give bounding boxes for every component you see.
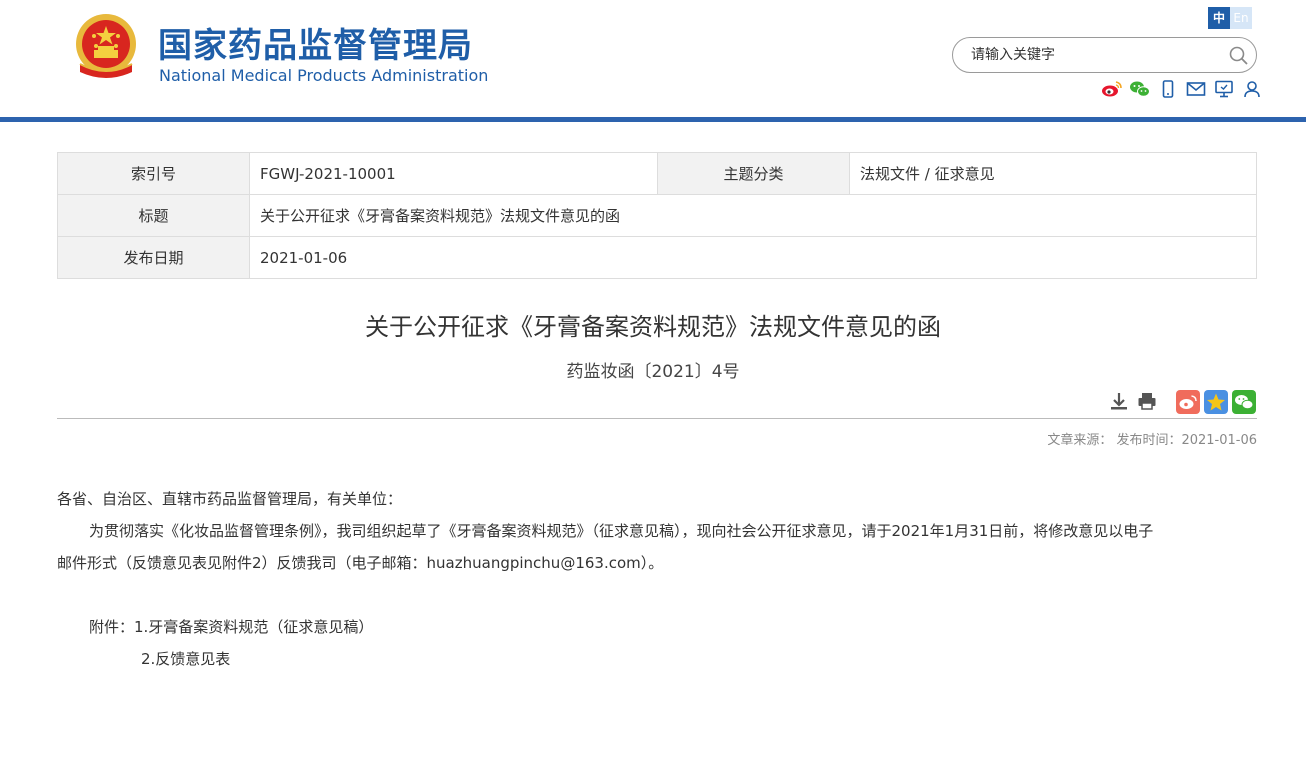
wechat-icon[interactable] — [1129, 79, 1151, 99]
share-weibo-icon[interactable] — [1176, 390, 1200, 414]
lang-zh-button[interactable]: 中 — [1208, 7, 1230, 29]
share-qzone-icon[interactable] — [1204, 390, 1228, 414]
user-icon[interactable] — [1241, 79, 1263, 99]
social-icons — [1101, 79, 1263, 99]
site-title-en: National Medical Products Administration — [159, 66, 489, 85]
article-tools — [1108, 390, 1158, 412]
category-label: 主题分类 — [657, 152, 850, 195]
header-divider-bar — [0, 117, 1306, 122]
site-title-cn: 国家药品监督管理局 — [158, 26, 473, 66]
publish-date-value: 2021-01-06 — [249, 236, 1257, 279]
document-number: 药监妆函〔2021〕4号 — [566, 362, 740, 382]
publish-date-label: 发布日期 — [57, 236, 250, 279]
category-value: 法规文件 / 征求意见 — [849, 152, 1257, 195]
language-switch: 中 En — [1208, 7, 1252, 29]
mobile-icon[interactable] — [1157, 79, 1179, 99]
weibo-icon[interactable] — [1101, 79, 1123, 99]
body-paragraph-line2: 邮件形式（反馈意见表见附件2）反馈我司（电子邮箱：huazhuangpinchu… — [57, 554, 664, 572]
title-divider — [57, 418, 1257, 419]
table-row: 索引号 FGWJ-2021-10001 主题分类 法规文件 / 征求意见 — [57, 152, 1257, 195]
article-title: 关于公开征求《牙膏备案资料规范》法规文件意见的函 — [365, 313, 941, 341]
greeting: 各省、自治区、直辖市药品监督管理局，有关单位： — [57, 490, 403, 508]
attachment-1[interactable]: 附件：1.牙膏备案资料规范（征求意见稿） — [57, 611, 1257, 643]
monitor-icon[interactable] — [1213, 79, 1235, 99]
table-row: 发布日期 2021-01-06 — [57, 236, 1257, 279]
search-box — [952, 37, 1257, 73]
title-label: 标题 — [57, 194, 250, 237]
source-and-date: 文章来源： 发布时间：2021-01-06 — [1047, 433, 1257, 448]
body-paragraph-line1: 为贯彻落实《化妆品监督管理条例》，我司组织起草了《牙膏备案资料规范》（征求意见稿… — [89, 522, 1154, 540]
attachment-2[interactable]: 2.反馈意见表 — [57, 643, 1257, 675]
share-icons — [1176, 390, 1256, 414]
document-info-table: 索引号 FGWJ-2021-10001 主题分类 法规文件 / 征求意见 标题 … — [57, 152, 1257, 279]
title-value: 关于公开征求《牙膏备案资料规范》法规文件意见的函 — [249, 194, 1257, 237]
lang-en-button[interactable]: En — [1230, 7, 1252, 29]
index-number-value: FGWJ-2021-10001 — [249, 152, 658, 195]
search-input[interactable] — [971, 45, 1211, 65]
article-body: 各省、自治区、直辖市药品监督管理局，有关单位： 为贯彻落实《化妆品监督管理条例》… — [57, 483, 1257, 675]
national-emblem-icon — [76, 14, 136, 78]
share-wechat-icon[interactable] — [1232, 390, 1256, 414]
download-icon[interactable] — [1108, 390, 1130, 412]
mail-icon[interactable] — [1185, 79, 1207, 99]
print-icon[interactable] — [1136, 390, 1158, 412]
index-number-label: 索引号 — [57, 152, 250, 195]
search-icon[interactable] — [1228, 45, 1250, 67]
table-row: 标题 关于公开征求《牙膏备案资料规范》法规文件意见的函 — [57, 194, 1257, 237]
site-header: 国家药品监督管理局 National Medical Products Admi… — [0, 0, 1306, 118]
